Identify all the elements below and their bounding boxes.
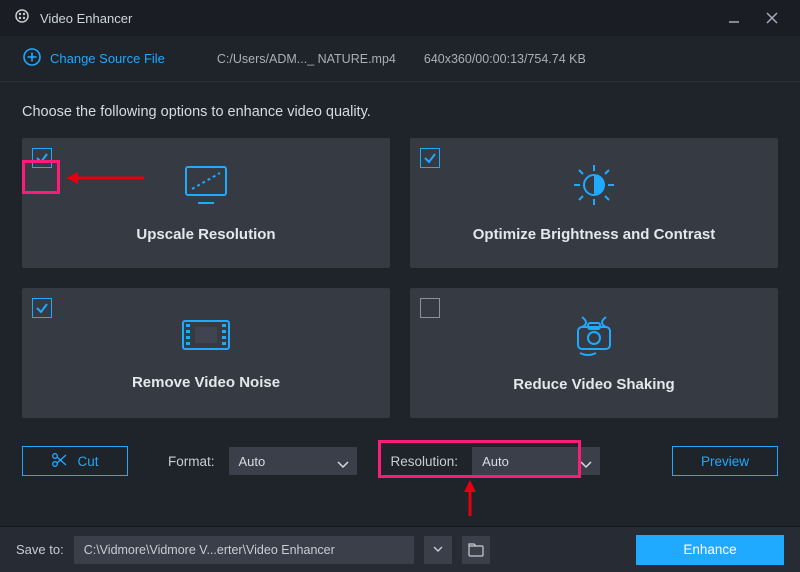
- enhance-label: Enhance: [683, 542, 736, 557]
- add-icon: [22, 47, 42, 70]
- cut-label: Cut: [77, 454, 98, 469]
- check-icon: [35, 151, 49, 165]
- chevron-down-icon: [337, 457, 349, 472]
- enhance-button[interactable]: Enhance: [636, 535, 784, 565]
- scissors-icon: [51, 452, 67, 471]
- card-noise[interactable]: Remove Video Noise: [22, 288, 390, 418]
- save-path-field[interactable]: C:\Vidmore\Vidmore V...erter\Video Enhan…: [74, 536, 414, 564]
- source-path: C:/Users/ADM..._ NATURE.mp4: [217, 52, 396, 66]
- cut-button[interactable]: Cut: [22, 446, 128, 476]
- minimize-button[interactable]: [720, 8, 748, 28]
- check-icon: [423, 151, 437, 165]
- instruction-text: Choose the following options to enhance …: [22, 104, 778, 120]
- app-title: Video Enhancer: [40, 11, 132, 26]
- folder-icon: [468, 543, 484, 557]
- card-brightness[interactable]: Optimize Brightness and Contrast: [410, 138, 778, 268]
- save-path-dropdown[interactable]: [424, 536, 452, 564]
- format-select[interactable]: Auto: [229, 447, 357, 475]
- format-label: Format:: [168, 454, 215, 469]
- card-upscale[interactable]: Upscale Resolution: [22, 138, 390, 268]
- checkbox-upscale[interactable]: [32, 148, 52, 168]
- save-to-label: Save to:: [16, 542, 64, 557]
- card-shaking-label: Reduce Video Shaking: [513, 376, 674, 393]
- camera-shake-icon: [566, 313, 622, 362]
- sun-contrast-icon: [566, 163, 622, 212]
- preview-label: Preview: [701, 454, 749, 469]
- titlebar: Video Enhancer: [0, 0, 800, 36]
- close-button[interactable]: [758, 8, 786, 28]
- browse-folder-button[interactable]: [462, 536, 490, 564]
- checkbox-noise[interactable]: [32, 298, 52, 318]
- check-icon: [35, 301, 49, 315]
- format-value: Auto: [239, 454, 266, 469]
- app-icon: [14, 8, 30, 29]
- card-upscale-label: Upscale Resolution: [136, 226, 275, 243]
- chevron-down-icon: [580, 457, 592, 472]
- resolution-label: Resolution:: [391, 454, 459, 469]
- checkbox-shaking[interactable]: [420, 298, 440, 318]
- source-meta: 640x360/00:00:13/754.74 KB: [424, 52, 586, 66]
- change-source-button[interactable]: Change Source File: [22, 47, 165, 70]
- preview-button[interactable]: Preview: [672, 446, 778, 476]
- filmstrip-icon: [179, 315, 233, 360]
- card-noise-label: Remove Video Noise: [132, 374, 280, 391]
- chevron-down-icon: [433, 546, 443, 553]
- change-source-label: Change Source File: [50, 51, 165, 66]
- resolution-value: Auto: [482, 454, 509, 469]
- checkbox-brightness[interactable]: [420, 148, 440, 168]
- save-path-value: C:\Vidmore\Vidmore V...erter\Video Enhan…: [84, 543, 335, 557]
- card-shaking[interactable]: Reduce Video Shaking: [410, 288, 778, 418]
- source-bar: Change Source File C:/Users/ADM..._ NATU…: [0, 36, 800, 82]
- resolution-select[interactable]: Auto: [472, 447, 600, 475]
- card-brightness-label: Optimize Brightness and Contrast: [473, 226, 716, 243]
- monitor-icon: [180, 163, 232, 212]
